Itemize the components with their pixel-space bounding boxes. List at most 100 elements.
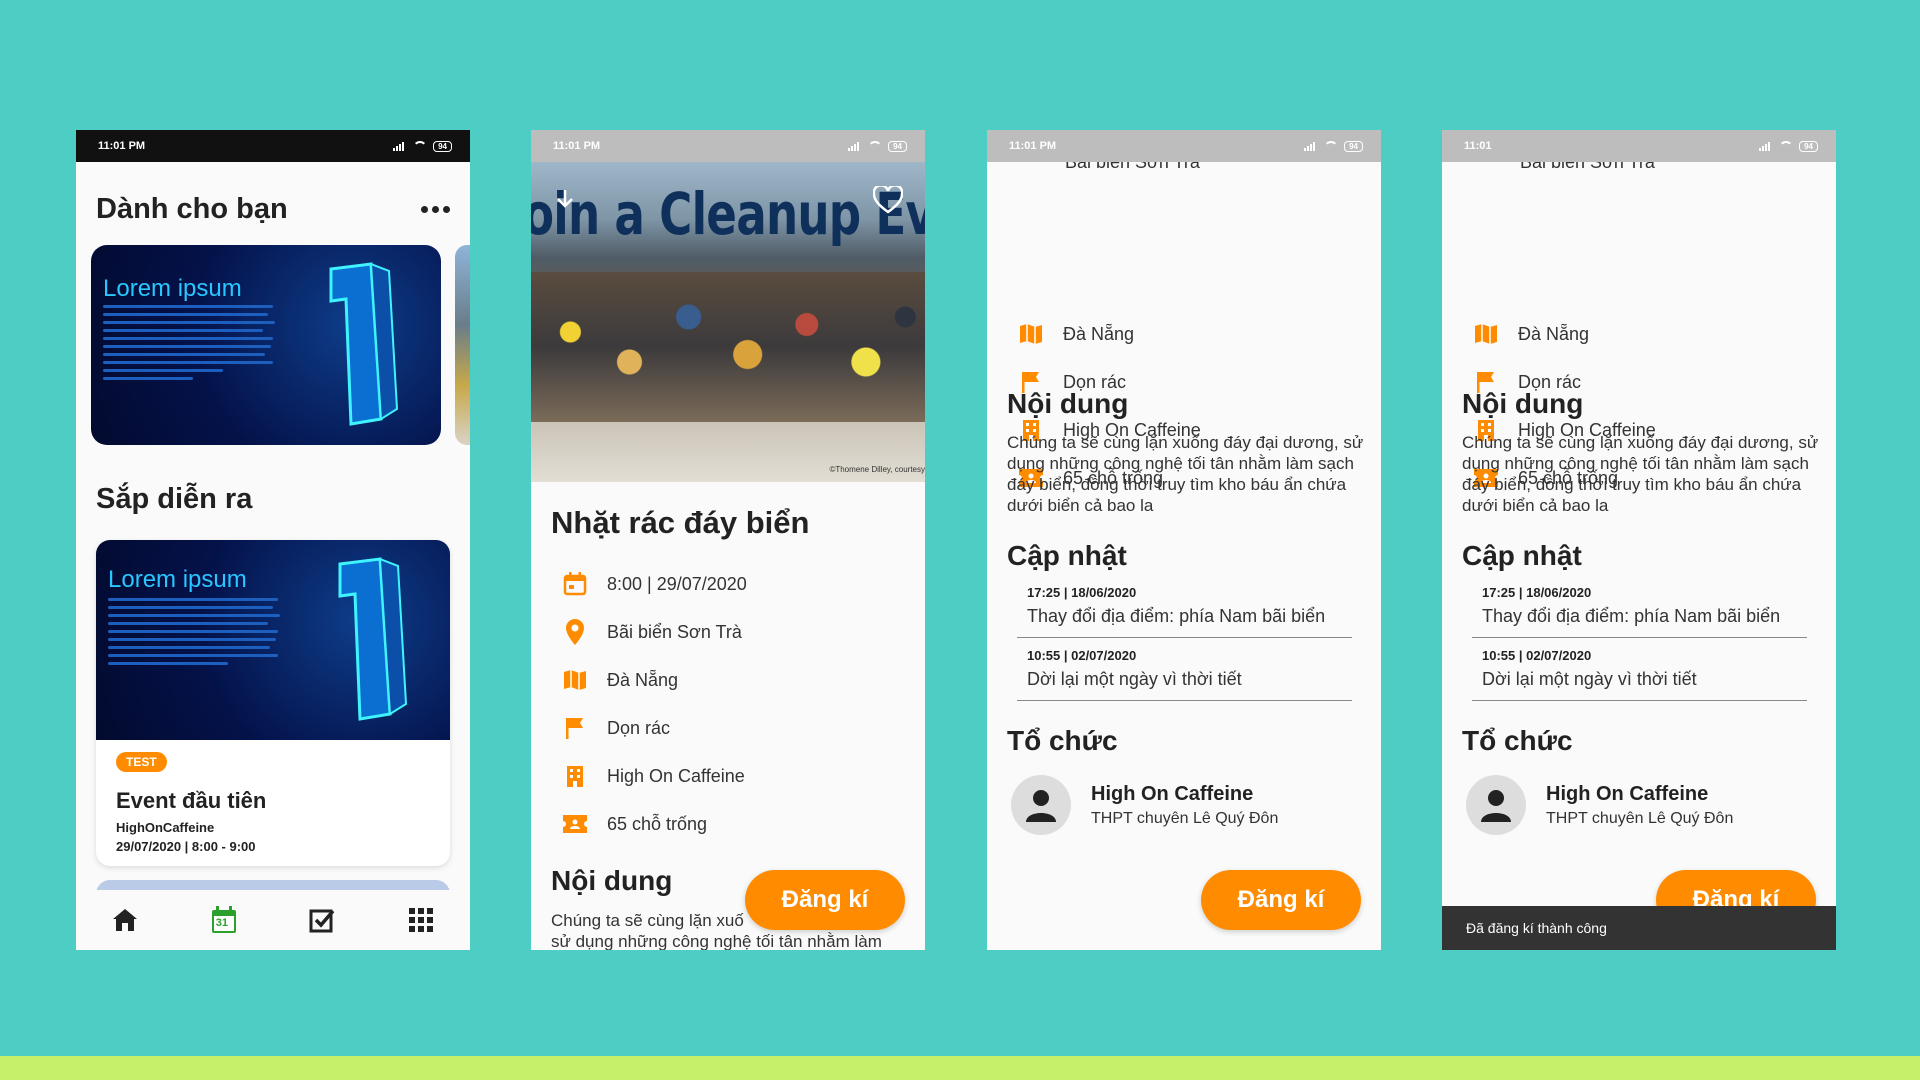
organizer-name: High On Caffeine — [1091, 782, 1254, 805]
grid-icon[interactable] — [406, 905, 436, 935]
bottom-strip — [0, 1056, 1920, 1080]
info-city-text: Đà Nẵng — [1518, 323, 1590, 344]
status-bar: 11:01 PM 94 — [531, 130, 925, 162]
map-icon — [561, 666, 589, 694]
update-time: 17:25 | 18/06/2020 — [1482, 585, 1592, 600]
info-datetime: 8:00 | 29/07/2020 — [561, 560, 747, 608]
wifi-icon — [868, 141, 883, 151]
info-location-text: Bãi biển Sơn Trà — [607, 621, 742, 642]
info-category-text: Dọn rác — [607, 717, 671, 738]
ticket-icon — [561, 810, 589, 838]
signal-icon — [393, 141, 407, 151]
status-time: 11:01 PM — [553, 140, 601, 152]
scroll-content[interactable]: Bãi biển Sơn Trà Đà Nẵng Dọn rác High On… — [1442, 130, 1836, 950]
status-time: 11:01 PM — [1009, 140, 1057, 152]
info-organizer-text: High On Caffeine — [607, 765, 745, 786]
organizer-row[interactable]: High On Caffeine THPT chuyên Lê Quý Đôn — [1011, 775, 1278, 835]
featured-card[interactable]: Lorem ipsum — [91, 245, 441, 445]
status-icons: 94 — [393, 140, 452, 152]
update-text: Dời lại một ngày vì thời tiết — [1482, 669, 1697, 689]
battery-icon: 94 — [433, 140, 452, 152]
featured-card-title: Lorem ipsum — [103, 275, 242, 302]
info-city: Đà Nẵng — [561, 656, 747, 704]
info-datetime-text: 8:00 | 29/07/2020 — [607, 573, 747, 594]
updates-section-title: Cập nhật — [1462, 540, 1582, 571]
register-button[interactable]: Đăng kí — [1201, 870, 1361, 930]
info-location: Bãi biển Sơn Trà — [561, 608, 747, 656]
update-time: 17:25 | 18/06/2020 — [1027, 585, 1137, 600]
organizer-section-title: Tổ chức — [1462, 725, 1573, 756]
status-icons: 94 — [1304, 140, 1363, 152]
status-icons: 94 — [1759, 140, 1818, 152]
signal-icon — [1759, 141, 1773, 151]
event-organizer: HighOnCaffeine — [116, 820, 215, 835]
more-options-icon[interactable] — [421, 205, 450, 213]
organizer-school: THPT chuyên Lê Quý Đôn — [1091, 809, 1279, 827]
number-one-illustration — [338, 557, 408, 721]
upcoming-section-title: Sắp diễn ra — [96, 483, 253, 515]
signal-icon — [1304, 141, 1318, 151]
home-header: Dành cho bạn — [76, 162, 470, 228]
update-item: 10:55 | 02/07/2020 Dời lại một ngày vì t… — [1017, 648, 1352, 701]
status-time: 11:01 — [1464, 140, 1492, 152]
update-item: 10:55 | 02/07/2020 Dời lại một ngày vì t… — [1472, 648, 1807, 701]
organizer-info: High On Caffeine THPT chuyên Lê Quý Đôn — [1546, 783, 1733, 828]
organizer-row[interactable]: High On Caffeine THPT chuyên Lê Quý Đôn — [1466, 775, 1733, 835]
update-text: Thay đổi địa điểm: phía Nam bãi biển — [1482, 606, 1781, 626]
phone-home-screen: 11:01 PM 94 Dành cho bạn Lorem ipsum Sắp… — [76, 130, 470, 950]
battery-icon: 94 — [1344, 140, 1363, 152]
update-text: Thay đổi địa điểm: phía Nam bãi biển — [1027, 606, 1326, 626]
status-bar: 11:01 94 — [1442, 130, 1836, 162]
calendar-day: 31 — [215, 917, 228, 929]
organizer-info: High On Caffeine THPT chuyên Lê Quý Đôn — [1091, 783, 1278, 828]
content-text: Chúng ta sẽ cùng lặn xuống đáy đại dương… — [1462, 433, 1819, 515]
info-slots: 65 chỗ trống — [561, 800, 747, 848]
event-title: Nhặt rác đáy biển — [551, 505, 810, 540]
calendar-icon[interactable]: 31 — [209, 905, 239, 935]
avatar — [1011, 775, 1071, 835]
avatar — [1466, 775, 1526, 835]
event-banner-image: oin a Cleanup Event ©Thomene Dilley, cou… — [531, 162, 925, 482]
heart-icon[interactable] — [873, 186, 903, 214]
banner-credit: ©Thomene Dilley, courtesy — [829, 465, 925, 474]
battery-icon: 94 — [1799, 140, 1818, 152]
event-info-list: 8:00 | 29/07/2020 Bãi biển Sơn Trà Đà Nẵ… — [561, 560, 747, 848]
event-card-image-title: Lorem ipsum — [108, 566, 247, 593]
info-slots-text: 65 chỗ trống — [607, 813, 708, 834]
checklist-icon[interactable] — [307, 905, 337, 935]
number-one-illustration — [329, 262, 399, 426]
update-text: Dời lại một ngày vì thời tiết — [1027, 669, 1242, 689]
info-city: Đà Nẵng — [1472, 310, 1656, 358]
flag-icon — [561, 714, 589, 742]
content-text: Chúng ta sẽ cùng lặn xuống đáy đại dương… — [1007, 433, 1364, 515]
info-category: Dọn rác — [561, 704, 747, 752]
info-city: Đà Nẵng — [1017, 310, 1201, 358]
battery-icon: 94 — [888, 140, 907, 152]
back-arrow-icon[interactable] — [555, 188, 575, 208]
map-icon — [1017, 320, 1045, 348]
status-time: 11:01 PM — [98, 140, 146, 152]
status-icons: 94 — [848, 140, 907, 152]
featured-card-body — [103, 305, 291, 385]
register-button[interactable]: Đăng kí — [745, 870, 905, 930]
event-datetime: 29/07/2020 | 8:00 - 9:00 — [116, 839, 256, 854]
success-toast: Đã đăng kí thành công — [1442, 906, 1836, 950]
next-featured-card[interactable] — [455, 245, 470, 445]
phone-event-detail: 11:01 PM 94 oin a Cleanup Event ©Thomene… — [531, 130, 925, 950]
event-card[interactable]: Lorem ipsum TEST Event đầu tiên HighOnCa… — [96, 540, 450, 866]
info-organizer: High On Caffeine — [561, 752, 747, 800]
content-line-1: Chúng ta sẽ cùng lặn xuố — [551, 911, 744, 930]
update-item: 17:25 | 18/06/2020 Thay đổi địa điểm: ph… — [1017, 585, 1352, 638]
building-icon — [561, 762, 589, 790]
scroll-content[interactable]: Bãi biển Sơn Trà Đà Nẵng Dọn rác High On… — [987, 130, 1381, 950]
signal-icon — [848, 141, 862, 151]
info-city-text: Đà Nẵng — [607, 669, 679, 690]
event-card-image: Lorem ipsum — [96, 540, 450, 740]
home-icon[interactable] — [110, 905, 140, 935]
content-section-title: Nội dung — [1007, 388, 1129, 419]
page-title: Dành cho bạn — [96, 192, 288, 225]
banner-crowd — [531, 272, 925, 422]
organizer-name: High On Caffeine — [1546, 782, 1709, 805]
banner-text: oin a Cleanup Event — [531, 180, 925, 248]
featured-carousel[interactable]: Lorem ipsum — [76, 245, 470, 445]
